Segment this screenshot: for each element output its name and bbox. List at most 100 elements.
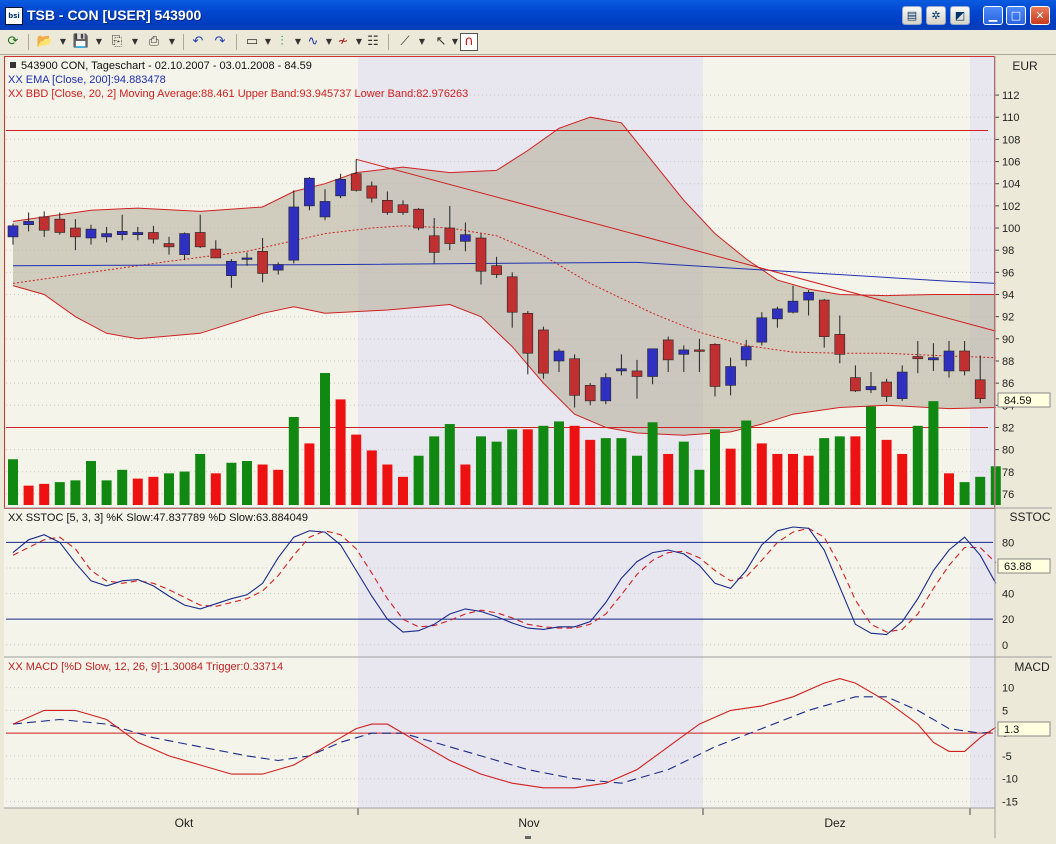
- volume-bar: [179, 471, 190, 505]
- candle-body: [569, 358, 580, 396]
- volume-bar: [772, 453, 783, 505]
- window-title: TSB - CON [USER] 543900: [27, 7, 202, 23]
- volume-bar: [304, 443, 315, 505]
- volume-bar: [444, 424, 455, 505]
- last-price-value: 84.59: [1004, 395, 1032, 407]
- candle-body: [241, 257, 253, 260]
- symbol-marker-icon: [10, 62, 16, 68]
- stoch-tick-label: 0: [1002, 640, 1008, 652]
- ema-legend[interactable]: XX EMA [Close, 200]:94.883478: [8, 74, 166, 86]
- candle-body: [600, 377, 612, 402]
- candle-body: [616, 368, 627, 372]
- candle-body: [850, 377, 861, 392]
- candle-body: [772, 308, 783, 320]
- candle-body: [319, 201, 331, 218]
- price-tick-label: 96: [1002, 267, 1014, 279]
- volume-bar: [819, 438, 830, 505]
- stoch-value: 63.88: [1004, 561, 1032, 573]
- bbd-legend[interactable]: XX BBD [Close, 20, 2] Moving Average:88.…: [8, 88, 468, 100]
- stoch-tick-label: 40: [1002, 589, 1014, 601]
- volume-bar: [944, 473, 954, 505]
- candle-body: [413, 208, 424, 229]
- candle-body: [350, 173, 362, 191]
- volume-bar: [413, 455, 424, 505]
- candle-body: [382, 200, 393, 213]
- layout-icon[interactable]: ▤: [902, 6, 922, 25]
- macd-axis-title: MACD: [1014, 660, 1050, 674]
- price-axis-unit: EUR: [1012, 59, 1038, 73]
- macd-tick-label: 10: [1002, 683, 1014, 695]
- macd-tick-label: -10: [1002, 774, 1018, 786]
- candle-body: [226, 260, 237, 276]
- candle-body: [803, 291, 814, 301]
- month-label-nov: Nov: [518, 816, 539, 830]
- candle-body: [7, 225, 19, 238]
- candle-body: [428, 235, 440, 253]
- candle-body: [475, 237, 487, 272]
- symbol-info: 543900 CON, Tageschart - 02.10.2007 - 03…: [21, 60, 312, 72]
- price-tick-label: 94: [1002, 290, 1014, 302]
- candle-body: [928, 357, 939, 361]
- price-tick-label: 82: [1002, 422, 1014, 434]
- close-button[interactable]: ✕: [1030, 6, 1050, 25]
- candle-body: [834, 334, 846, 355]
- volume-bar: [616, 438, 627, 505]
- candle-body: [756, 317, 768, 343]
- volume-bar: [320, 373, 330, 505]
- volume-bar: [476, 436, 486, 505]
- volume-bar: [710, 429, 720, 505]
- scroll-handle[interactable]: [525, 836, 531, 839]
- volume-bar: [195, 453, 206, 505]
- price-tick-label: 104: [1002, 179, 1020, 191]
- macd-tick-label: 5: [1002, 705, 1008, 717]
- candle-body: [506, 276, 518, 313]
- volume-bar: [382, 464, 393, 505]
- app-icon: bsi: [5, 7, 23, 25]
- price-tick-label: 98: [1002, 245, 1014, 257]
- candle-body: [896, 371, 908, 399]
- candle-body: [132, 232, 144, 235]
- candle-body: [553, 350, 565, 362]
- candle-body: [678, 349, 690, 355]
- stoch-tick-label: 80: [1002, 537, 1014, 549]
- settings-icon[interactable]: ✲: [926, 6, 946, 25]
- candle-body: [272, 264, 284, 271]
- candle-body: [148, 232, 159, 240]
- volume-bar: [803, 455, 814, 505]
- candle-body: [194, 232, 206, 248]
- price-tick-label: 80: [1002, 445, 1014, 457]
- candle-body: [584, 385, 596, 402]
- volume-bar: [101, 480, 112, 505]
- price-tick-label: 88: [1002, 356, 1014, 368]
- volume-bar: [507, 429, 518, 505]
- volume-bar: [8, 459, 18, 505]
- volume-bar: [850, 436, 861, 505]
- candle-body: [912, 356, 924, 360]
- stoch-legend[interactable]: XX SSTOC [5, 3, 3] %K Slow:47.837789 %D …: [8, 512, 308, 524]
- macd-legend[interactable]: XX MACD [%D Slow, 12, 26, 9]:1.30084 Tri…: [8, 661, 283, 673]
- volume-bar: [834, 436, 845, 505]
- candle-body: [210, 248, 222, 259]
- maximize-button[interactable]: □: [1006, 6, 1026, 25]
- candle-body: [460, 234, 471, 242]
- macd-tick-label: -5: [1002, 751, 1012, 763]
- minimize-button[interactable]: ▁: [983, 6, 1003, 25]
- candle-body: [444, 227, 456, 244]
- price-tick-label: 108: [1002, 134, 1020, 146]
- chart-icon[interactable]: ◩: [950, 6, 970, 25]
- stoch-axis-title: SSTOC: [1009, 510, 1050, 524]
- volume-bar: [538, 425, 549, 505]
- candle-body: [631, 370, 643, 377]
- volume-bar: [351, 434, 362, 505]
- volume-bar: [788, 453, 798, 505]
- candle-body: [959, 350, 970, 372]
- candle-body: [101, 233, 112, 238]
- price-tick-label: 110: [1002, 112, 1020, 124]
- volume-bar: [632, 455, 642, 505]
- volume-bar: [975, 476, 986, 505]
- volume-bar: [39, 483, 50, 505]
- chart-canvas[interactable]: 1121101081061041021009896949290888684828…: [0, 30, 1056, 844]
- volume-bar: [257, 464, 268, 505]
- volume-bar: [242, 461, 252, 505]
- candle-body: [943, 350, 955, 372]
